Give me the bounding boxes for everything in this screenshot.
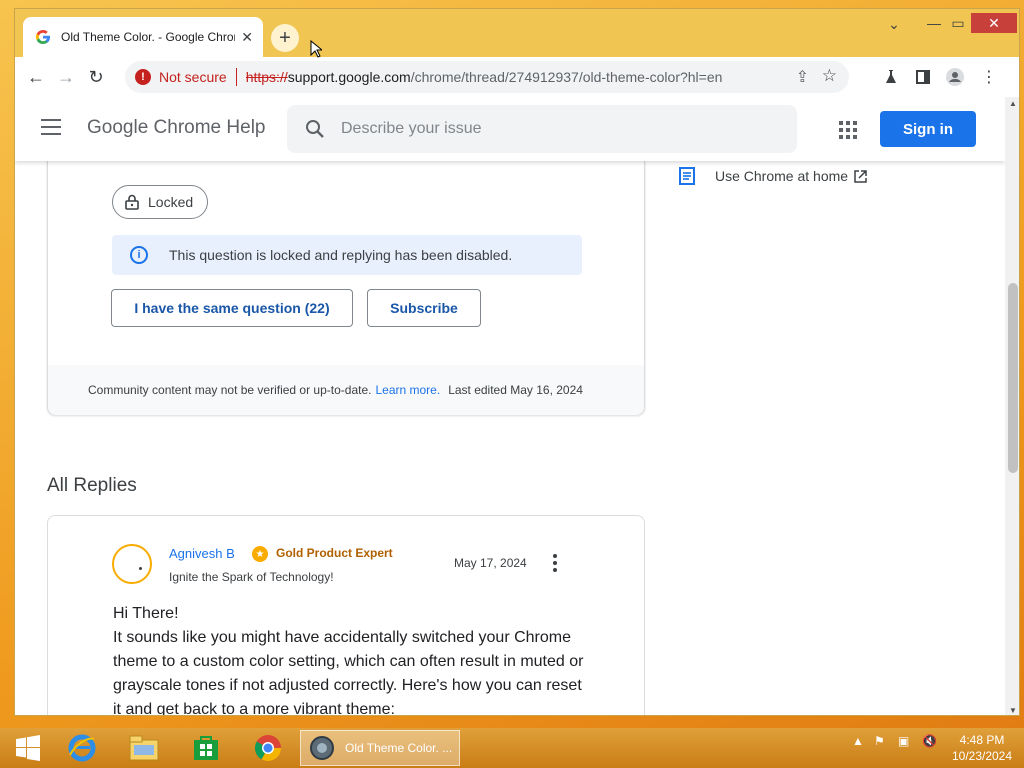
tab-close-icon[interactable]: ✕ bbox=[241, 29, 253, 46]
locked-notice: i This question is locked and replying h… bbox=[112, 235, 582, 275]
start-button[interactable] bbox=[0, 730, 56, 766]
share-icon[interactable]: ⇪ bbox=[796, 67, 809, 87]
reply-card: Agnivesh B ★ Gold Product Expert Ignite … bbox=[47, 515, 645, 716]
maximize-button[interactable]: ▭ bbox=[947, 13, 969, 33]
browser-toolbar: ← → ↻ ! Not secure https://support.googl… bbox=[15, 57, 1019, 97]
taskbar-active-window[interactable]: Old Theme Color. ... bbox=[300, 730, 460, 766]
product-title[interactable]: Google Chrome Help bbox=[87, 117, 265, 139]
expert-badge-label: Gold Product Expert bbox=[276, 546, 393, 560]
internet-explorer-icon[interactable] bbox=[54, 730, 110, 766]
windows-store-icon[interactable] bbox=[178, 730, 234, 766]
author-tagline: Ignite the Spark of Technology! bbox=[169, 570, 334, 584]
bookmark-star-icon[interactable]: ☆ bbox=[822, 66, 837, 86]
reply-paragraph: It sounds like you might have accidental… bbox=[113, 629, 584, 716]
external-link-icon bbox=[854, 169, 867, 183]
document-icon bbox=[679, 167, 695, 185]
search-icon bbox=[306, 120, 324, 138]
google-apps-icon[interactable] bbox=[839, 121, 857, 139]
page-viewport: Google Chrome Help Sign in Locked i This… bbox=[15, 97, 1005, 716]
help-header: Google Chrome Help Sign in bbox=[15, 97, 1005, 161]
same-question-button[interactable]: I have the same question (22) bbox=[111, 289, 353, 327]
clock-date: 10/23/2024 bbox=[951, 749, 1013, 763]
address-bar[interactable]: ! Not secure https://support.google.com/… bbox=[125, 61, 849, 93]
mouse-pointer-icon bbox=[310, 40, 322, 58]
chrome-window-thumbnail-icon bbox=[310, 736, 334, 760]
notice-text: This question is locked and replying has… bbox=[169, 247, 513, 263]
page-scrollbar[interactable]: ▲ ▼ bbox=[1005, 97, 1019, 715]
new-tab-button[interactable]: + bbox=[271, 24, 299, 52]
tab-search-chevron-icon[interactable]: ⌄ bbox=[883, 13, 905, 35]
tab-title: Old Theme Color. - Google Chrome bbox=[61, 30, 236, 44]
chrome-menu-icon[interactable]: ⋮ bbox=[979, 67, 999, 87]
chrome-window: Old Theme Color. - Google Chrome ✕ + ⌄ —… bbox=[14, 8, 1020, 716]
google-favicon-icon bbox=[35, 30, 50, 45]
subscribe-button[interactable]: Subscribe bbox=[367, 289, 481, 327]
learn-more-link[interactable]: Learn more. bbox=[375, 383, 440, 397]
scrollbar-thumb[interactable] bbox=[1008, 283, 1018, 473]
network-icon[interactable]: ▣ bbox=[898, 734, 909, 748]
not-secure-warning-icon[interactable]: ! bbox=[135, 69, 151, 85]
last-edited-text: Last edited May 16, 2024 bbox=[448, 383, 583, 397]
windows-logo-icon bbox=[16, 735, 40, 761]
security-label[interactable]: Not secure bbox=[159, 69, 227, 85]
search-input[interactable] bbox=[341, 120, 761, 138]
community-disclaimer: Community content may not be verified or… bbox=[88, 383, 372, 397]
chrome-taskbar-icon[interactable] bbox=[240, 730, 296, 766]
taskbar-window-label: Old Theme Color. ... bbox=[345, 741, 453, 755]
all-replies-heading: All Replies bbox=[47, 475, 137, 496]
browser-tab[interactable]: Old Theme Color. - Google Chrome ✕ bbox=[23, 17, 263, 57]
locked-label: Locked bbox=[148, 194, 194, 210]
volume-muted-icon[interactable]: 🔇 bbox=[922, 734, 937, 748]
side-panel-icon[interactable] bbox=[913, 67, 933, 87]
clock-time: 4:48 PM bbox=[959, 733, 1005, 747]
close-window-button[interactable]: ✕ bbox=[971, 13, 1017, 33]
reply-author[interactable]: Agnivesh B bbox=[169, 546, 235, 561]
minimize-button[interactable]: — bbox=[923, 13, 945, 33]
forward-arrow-icon[interactable]: → bbox=[51, 62, 81, 92]
hamburger-menu-icon[interactable] bbox=[41, 119, 61, 135]
action-center-flag-icon[interactable]: ⚑ bbox=[874, 734, 885, 748]
address-separator bbox=[235, 68, 237, 86]
info-icon: i bbox=[130, 246, 148, 264]
tray-expand-icon[interactable]: ▲ bbox=[852, 734, 864, 748]
gold-star-icon: ★ bbox=[252, 546, 268, 562]
scroll-up-arrow-icon[interactable]: ▲ bbox=[1009, 99, 1017, 108]
reply-greeting: Hi There! bbox=[113, 605, 179, 622]
url-text[interactable]: https://support.google.com/chrome/thread… bbox=[246, 69, 723, 85]
sign-in-button[interactable]: Sign in bbox=[880, 111, 976, 147]
extensions-flask-icon[interactable] bbox=[881, 67, 901, 87]
windows-taskbar: Old Theme Color. ... ▲ ⚑ ▣ 🔇 4:48 PM 10/… bbox=[0, 728, 1024, 768]
reload-icon[interactable]: ↻ bbox=[81, 62, 111, 92]
question-card: Locked i This question is locked and rep… bbox=[47, 137, 645, 415]
more-options-icon[interactable] bbox=[553, 554, 559, 572]
profile-avatar-icon[interactable] bbox=[945, 67, 965, 87]
reply-body: Hi There! It sounds like you might have … bbox=[113, 602, 593, 716]
system-clock[interactable]: 4:48 PM 10/23/2024 bbox=[950, 732, 1014, 764]
sidebar-link-label[interactable]: Use Chrome at home bbox=[715, 168, 848, 184]
help-search-box[interactable] bbox=[287, 105, 797, 153]
back-arrow-icon[interactable]: ← bbox=[21, 62, 51, 92]
lock-icon bbox=[125, 194, 139, 210]
question-footer: Community content may not be verified or… bbox=[48, 365, 644, 415]
title-bar: Old Theme Color. - Google Chrome ✕ + ⌄ —… bbox=[15, 9, 1019, 57]
sidebar-link-chrome-at-home[interactable]: Use Chrome at home bbox=[679, 167, 867, 185]
locked-chip: Locked bbox=[112, 185, 208, 219]
file-explorer-icon[interactable] bbox=[116, 730, 172, 766]
avatar[interactable] bbox=[112, 544, 152, 584]
reply-date: May 17, 2024 bbox=[454, 556, 527, 570]
scroll-down-arrow-icon[interactable]: ▼ bbox=[1009, 706, 1017, 715]
